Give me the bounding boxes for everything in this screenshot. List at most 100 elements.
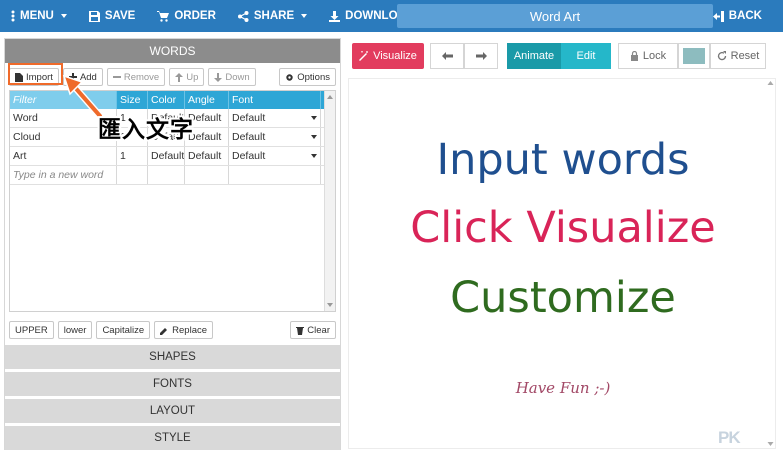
word-cell[interactable]: Art (10, 147, 117, 165)
fonts-section[interactable]: FONTS (5, 372, 340, 396)
refresh-icon (717, 51, 726, 61)
words-title: WORDS (149, 44, 196, 58)
canvas-word[interactable]: Click Visualize (349, 203, 777, 253)
undo-button[interactable] (430, 43, 464, 69)
options-button[interactable]: Options (279, 68, 336, 86)
up-label: Up (186, 71, 199, 83)
clear-button[interactable]: Clear (290, 321, 336, 339)
visualize-button[interactable]: Visualize (352, 43, 424, 69)
table-header: Filter Size Color Angle Font (10, 91, 335, 109)
back-button[interactable]: BACK (702, 0, 773, 32)
visualize-label: Visualize (373, 50, 417, 62)
word-art-canvas[interactable]: Input words Click Visualize Customize Ha… (348, 78, 776, 449)
shapes-section[interactable]: SHAPES (5, 345, 340, 369)
settings-sections: SHAPES FONTS LAYOUT STYLE (5, 345, 340, 453)
column-label: Font (232, 94, 254, 106)
color-cell[interactable]: Default (148, 147, 185, 165)
dropdown-arrow-icon (311, 116, 317, 120)
column-label: Size (120, 94, 141, 106)
animate-label: Animate (513, 50, 555, 62)
column-header-size[interactable]: Size (117, 91, 148, 109)
cart-icon (157, 10, 170, 22)
replace-label: Replace (172, 324, 208, 336)
arrow-down-icon (214, 72, 223, 82)
words-section-header[interactable]: WORDS (5, 39, 340, 63)
edit-label: Edit (576, 50, 596, 62)
replace-button[interactable]: Replace (154, 321, 214, 339)
move-down-button[interactable]: Down (208, 68, 256, 86)
table-scrollbar[interactable] (324, 91, 335, 311)
angle-cell[interactable]: Default (185, 147, 229, 165)
canvas-word[interactable]: Have Fun ;-) (349, 379, 777, 397)
font-value: Default (232, 150, 266, 162)
empty-cell (185, 166, 229, 184)
share-icon (237, 10, 249, 22)
new-word-input[interactable]: Type in a new word (10, 166, 117, 184)
capitalize-button[interactable]: Capitalize (96, 321, 151, 339)
save-button[interactable]: SAVE (78, 0, 146, 32)
canvas-word[interactable]: Input words (349, 135, 777, 185)
lock-button[interactable]: Lock (618, 43, 678, 69)
order-button[interactable]: ORDER (146, 0, 227, 32)
down-label: Down (225, 71, 250, 83)
column-label: Color (151, 94, 177, 106)
options-label: Options (297, 71, 330, 83)
font-value: Default (232, 112, 266, 124)
font-value: Default (232, 131, 266, 143)
lowercase-button[interactable]: lower (57, 321, 93, 339)
chevron-down-icon (60, 14, 67, 18)
minus-icon (112, 76, 121, 78)
table-row[interactable]: Art 1 Default Default Default (10, 147, 335, 166)
redo-button[interactable] (464, 43, 498, 69)
save-label: SAVE (104, 10, 136, 22)
background-color-picker[interactable] (678, 43, 710, 69)
reset-button[interactable]: Reset (710, 43, 766, 69)
edit-tab[interactable]: Edit (561, 43, 611, 69)
canvas-scrollbar[interactable] (766, 79, 775, 448)
size-cell[interactable]: 1 (117, 147, 148, 165)
remove-label: Remove (123, 71, 160, 83)
move-up-button[interactable]: Up (169, 68, 205, 86)
project-title-field[interactable]: Word Art (397, 4, 713, 28)
column-header-font[interactable]: Font (229, 91, 321, 109)
new-word-row[interactable]: Type in a new word (10, 166, 335, 185)
capitalize-label: Capitalize (102, 324, 145, 336)
dropdown-arrow-icon (311, 135, 317, 139)
canvas-word[interactable]: Customize (349, 273, 777, 323)
reset-label: Reset (730, 50, 760, 62)
font-select[interactable]: Default (229, 128, 321, 146)
magic-wand-icon (359, 51, 369, 61)
uppercase-button[interactable]: UPPER (9, 321, 54, 339)
trash-icon (296, 326, 305, 335)
import-highlight-box (8, 63, 63, 85)
watermark-logo: PK (718, 428, 741, 447)
order-label: ORDER (174, 10, 216, 22)
vertical-dots-icon (11, 10, 15, 22)
font-select[interactable]: Default (229, 109, 321, 127)
share-label: SHARE (253, 10, 295, 22)
save-icon (88, 10, 100, 22)
scroll-down-icon[interactable] (766, 440, 775, 448)
scroll-up-icon[interactable] (766, 79, 775, 87)
lock-icon (630, 51, 638, 61)
empty-cell (229, 166, 321, 184)
lock-label: Lock (642, 50, 667, 62)
empty-cell (148, 166, 185, 184)
share-button[interactable]: SHARE (227, 0, 318, 32)
column-header-color[interactable]: Color (148, 91, 185, 109)
remove-button[interactable]: Remove (106, 68, 166, 86)
menu-button[interactable]: MENU (0, 0, 78, 32)
column-header-angle[interactable]: Angle (185, 91, 229, 109)
layout-section[interactable]: LAYOUT (5, 399, 340, 423)
case-toolbar: UPPER lower Capitalize Replace (9, 321, 214, 339)
scroll-down-icon[interactable] (327, 303, 333, 307)
back-label: BACK (728, 10, 762, 22)
style-section[interactable]: STYLE (5, 426, 340, 450)
scroll-up-icon[interactable] (327, 95, 333, 99)
menu-label: MENU (20, 10, 54, 22)
lowercase-label: lower (63, 324, 87, 336)
animate-tab[interactable]: Animate (507, 43, 561, 69)
font-select[interactable]: Default (229, 147, 321, 165)
annotation-label: 匯入文字 (98, 116, 194, 142)
empty-cell (117, 166, 148, 184)
